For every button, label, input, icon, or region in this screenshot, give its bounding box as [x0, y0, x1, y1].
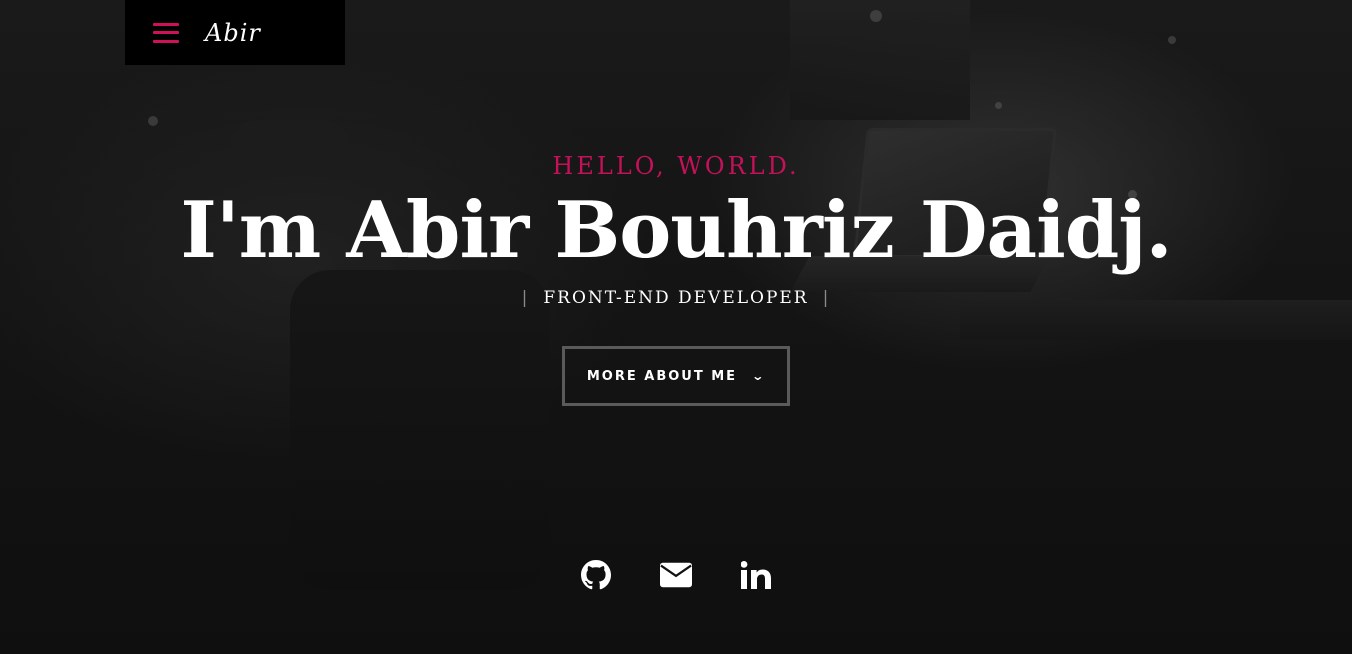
background-light [148, 116, 158, 126]
github-link[interactable] [580, 558, 612, 592]
hero-section: Abir HELLO, WORLD. I'm Abir Bouhriz Daid… [0, 0, 1352, 654]
greeting-text: HELLO, WORLD. [552, 152, 800, 180]
background-light [870, 10, 882, 22]
intro-block: HELLO, WORLD. I'm Abir Bouhriz Daidj. | F… [0, 152, 1352, 406]
email-link[interactable] [660, 558, 692, 592]
linkedin-link[interactable] [740, 558, 772, 592]
social-links [0, 558, 1352, 592]
top-bar: Abir [125, 0, 345, 65]
linkedin-icon [741, 561, 771, 589]
envelope-icon [660, 562, 692, 588]
role-separator-left: | [521, 288, 530, 308]
chevron-down-icon: ⌄ [751, 369, 767, 383]
background-light [1168, 36, 1176, 44]
github-icon [581, 560, 611, 590]
page-title: I'm Abir Bouhriz Daidj. [180, 185, 1172, 276]
background-light [995, 102, 1002, 109]
role-line: | FRONT-END DEVELOPER | [0, 288, 1352, 308]
role-text: FRONT-END DEVELOPER [543, 288, 809, 308]
role-separator-right: | [822, 288, 831, 308]
more-about-me-label: MORE ABOUT ME [586, 368, 738, 384]
more-about-me-button[interactable]: MORE ABOUT ME ⌄ [562, 346, 790, 406]
site-logo[interactable]: Abir [205, 19, 261, 47]
background-lamp [230, 120, 350, 150]
hamburger-icon[interactable] [153, 22, 179, 43]
